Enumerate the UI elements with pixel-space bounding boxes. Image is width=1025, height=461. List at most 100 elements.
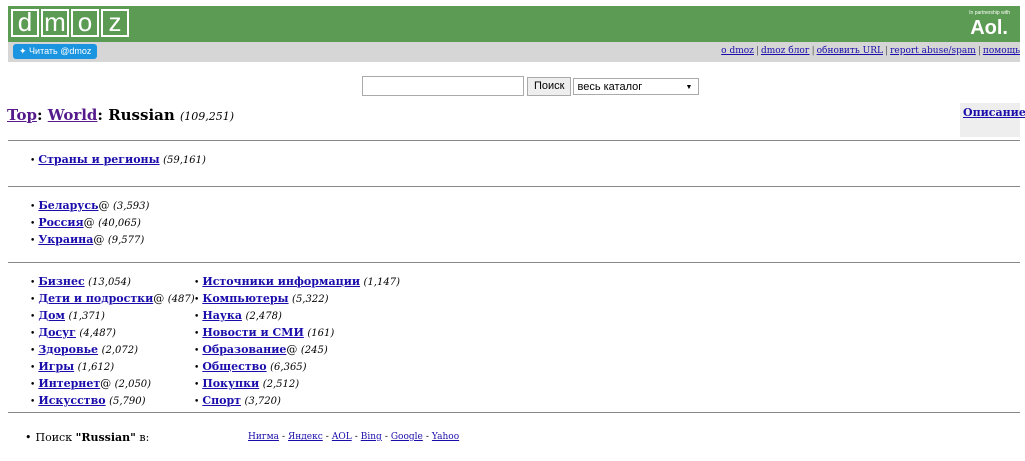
category-link[interactable]: Дом (38, 309, 65, 322)
twitter-follow-button[interactable]: ✦ Читать @dmoz (13, 44, 98, 59)
logo-letter: z (101, 9, 129, 37)
category-count: (1,612) (77, 362, 115, 373)
search-form: Поиск весь каталог ▼ (362, 76, 700, 96)
search-elsewhere-suffix: в: (135, 431, 150, 444)
category-symlink-marker: @ (153, 292, 165, 305)
category-link[interactable]: Компьютеры (202, 292, 288, 305)
engine-link[interactable]: Нигма (248, 432, 279, 442)
bullet: • (30, 295, 36, 305)
category-link[interactable]: Источники информации (202, 275, 360, 288)
link-about[interactable]: о dmoz (721, 46, 754, 56)
category-count: (2,050) (114, 379, 152, 390)
breadcrumb-current: Russian (108, 106, 175, 124)
bullet: • (194, 363, 200, 373)
category-count: (5,322) (292, 294, 329, 305)
category-link[interactable]: Интернет (38, 377, 100, 390)
bullet: • (30, 236, 36, 246)
engine-link[interactable]: Google (391, 432, 423, 442)
top-links: о dmoz | dmoz блог | обновить URL | report abu… (721, 46, 1020, 56)
category-link[interactable]: Страны и регионы (38, 153, 159, 166)
category-link[interactable]: Беларусь (38, 199, 98, 212)
aol-logo[interactable]: Aol. (970, 17, 1008, 40)
breadcrumb-top[interactable]: Top (7, 106, 37, 124)
divider (8, 412, 1020, 413)
category-item: • Дом (1,371) (30, 308, 195, 325)
search-button[interactable]: Поиск (527, 76, 572, 96)
bullet: • (194, 329, 200, 339)
category-item: • Бизнес (13,054) (30, 274, 195, 291)
engine-link[interactable]: Яндекс (288, 432, 323, 442)
search-input[interactable] (362, 76, 524, 96)
category-count: (2,478) (245, 311, 282, 322)
engine-link[interactable]: Yahoo (432, 432, 459, 442)
header-bar: d m o z In partnership with Aol. (8, 6, 1020, 42)
dmoz-logo[interactable]: d m o z (11, 9, 131, 37)
category-link[interactable]: Украина (38, 233, 93, 246)
category-item: • Беларусь@ (3,593) (30, 198, 149, 215)
category-link[interactable]: Дети и подростки (38, 292, 153, 305)
breadcrumb: Top: World: Russian (109,251) (7, 106, 235, 124)
topics-column-1: • Бизнес (13,054) • Дети и подростки@ (487)… (30, 274, 195, 410)
category-link[interactable]: Искусство (38, 394, 105, 407)
category-count: (5,790) (109, 396, 146, 407)
category-link[interactable]: Здоровье (38, 343, 98, 356)
bullet: • (194, 346, 200, 356)
category-item: • Россия@ (40,065) (30, 215, 149, 232)
category-link[interactable]: Наука (202, 309, 242, 322)
logo-letter: d (11, 9, 39, 37)
link-report-abuse[interactable]: report abuse/spam (890, 46, 976, 56)
search-scope-select[interactable]: весь каталог ▼ (573, 77, 700, 95)
bullet: • (30, 312, 36, 322)
divider (8, 186, 1020, 187)
category-link[interactable]: Досуг (38, 326, 76, 339)
category-item: • Спорт (3,720) (194, 393, 400, 410)
category-link[interactable]: Общество (202, 360, 266, 373)
category-item: • Источники информации (1,147) (194, 274, 400, 291)
category-link[interactable]: Новости и СМИ (202, 326, 304, 339)
category-count: (1,371) (68, 311, 105, 322)
twitter-icon: ✦ (19, 46, 30, 56)
category-symlink-marker: @ (93, 233, 105, 246)
category-count: (161) (307, 328, 335, 339)
engine-link[interactable]: AOL (332, 432, 352, 442)
bullet: • (194, 312, 200, 322)
bullet: • (30, 397, 36, 407)
bullet: • (194, 278, 200, 288)
countries-list: • Беларусь@ (3,593) • Россия@ (40,065) • Укра… (30, 198, 149, 249)
category-count: (13,054) (88, 277, 131, 288)
breadcrumb-world[interactable]: World (48, 106, 98, 124)
category-count: (9,577) (107, 235, 145, 246)
category-link[interactable]: Спорт (202, 394, 241, 407)
category-count: (4,487) (79, 328, 116, 339)
category-link[interactable]: Россия (38, 216, 83, 229)
category-item: • Новости и СМИ (161) (194, 325, 400, 342)
link-blog[interactable]: dmoz блог (761, 46, 810, 56)
category-count: (3,720) (244, 396, 281, 407)
category-item: • Общество (6,365) (194, 359, 400, 376)
category-count: (40,065) (98, 218, 141, 229)
category-count: (487) (167, 294, 195, 305)
search-elsewhere: • Поиск "Russian" в: (25, 431, 149, 444)
category-item: • Компьютеры (5,322) (194, 291, 400, 308)
link-update-url[interactable]: обновить URL (817, 46, 883, 56)
scope-value: весь каталог (577, 80, 643, 93)
category-item: • Наука (2,478) (194, 308, 400, 325)
search-elsewhere-prefix: Поиск (35, 431, 76, 444)
link-help[interactable]: помощь (983, 46, 1020, 56)
category-item: • Страны и регионы (59,161) (30, 152, 206, 169)
category-item: • Дети и подростки@ (487) (30, 291, 195, 308)
category-link[interactable]: Бизнес (38, 275, 84, 288)
bullet: • (30, 202, 36, 212)
category-symlink-marker: @ (83, 216, 95, 229)
category-item: • Покупки (2,512) (194, 376, 400, 393)
divider (8, 262, 1020, 263)
bullet: • (30, 156, 36, 166)
engine-link[interactable]: Bing (361, 432, 382, 442)
category-link[interactable]: Образование (202, 343, 286, 356)
category-link[interactable]: Игры (38, 360, 74, 373)
chevron-down-icon: ▼ (685, 83, 693, 91)
category-item: • Украина@ (9,577) (30, 232, 149, 249)
divider (8, 140, 1020, 141)
description-link[interactable]: Описание (963, 106, 1025, 119)
category-link[interactable]: Покупки (202, 377, 259, 390)
